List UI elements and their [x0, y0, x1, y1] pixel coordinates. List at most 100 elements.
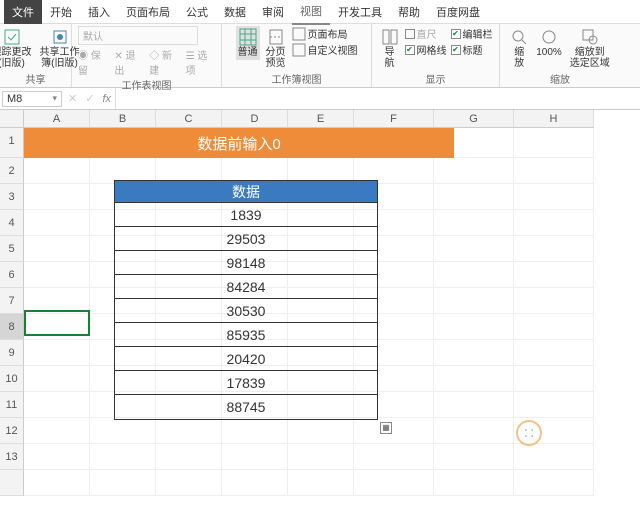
- view-normal-button[interactable]: 普通: [236, 26, 260, 60]
- menu-file[interactable]: 文件: [4, 0, 42, 24]
- cell[interactable]: [434, 366, 514, 392]
- cell[interactable]: [90, 470, 156, 496]
- track-changes-button[interactable]: 跟踪更改 (旧版): [0, 26, 34, 71]
- editbar-check[interactable]: ✔编辑栏: [451, 26, 493, 41]
- cell[interactable]: [24, 314, 90, 340]
- row-header[interactable]: 8: [0, 314, 24, 340]
- fx-button[interactable]: fx: [98, 93, 115, 105]
- cell[interactable]: [24, 444, 90, 470]
- ruler-check[interactable]: 直尺: [405, 26, 447, 41]
- paste-options-icon[interactable]: ▦: [380, 422, 392, 434]
- row-header[interactable]: 11: [0, 392, 24, 418]
- cell[interactable]: [156, 444, 222, 470]
- cell[interactable]: [434, 470, 514, 496]
- header-check[interactable]: ✔标题: [451, 42, 493, 57]
- cell[interactable]: [514, 470, 594, 496]
- col-header[interactable]: C: [156, 110, 222, 128]
- zoom-100-button[interactable]: 100%: [534, 26, 564, 60]
- cell[interactable]: [24, 418, 90, 444]
- cell[interactable]: [24, 158, 90, 184]
- cell[interactable]: [24, 262, 90, 288]
- cell[interactable]: [434, 340, 514, 366]
- cell[interactable]: [354, 470, 434, 496]
- formula-bar[interactable]: [115, 88, 640, 109]
- cell[interactable]: [434, 314, 514, 340]
- cell[interactable]: [514, 366, 594, 392]
- view-custom-button[interactable]: 自定义视图: [292, 42, 358, 57]
- enter-button[interactable]: ✓: [81, 92, 98, 105]
- cell[interactable]: [24, 470, 90, 496]
- cell[interactable]: [288, 470, 354, 496]
- cell[interactable]: [288, 418, 354, 444]
- menu-insert[interactable]: 插入: [80, 0, 118, 24]
- cell[interactable]: [514, 236, 594, 262]
- name-box[interactable]: M8▾: [2, 91, 62, 107]
- menu-help[interactable]: 帮助: [390, 0, 428, 24]
- cell[interactable]: [24, 236, 90, 262]
- cell[interactable]: [434, 210, 514, 236]
- cell[interactable]: [434, 288, 514, 314]
- row-header[interactable]: 12: [0, 418, 24, 444]
- cell[interactable]: [434, 236, 514, 262]
- cell[interactable]: [156, 418, 222, 444]
- view-pagelayout-button[interactable]: 页面布局: [292, 26, 358, 41]
- row-header[interactable]: 1: [0, 128, 24, 158]
- row-header[interactable]: 2: [0, 158, 24, 184]
- sheetview-keep[interactable]: ◉ 保留: [78, 47, 108, 77]
- cell[interactable]: [434, 184, 514, 210]
- cell[interactable]: [24, 392, 90, 418]
- sheetview-exit[interactable]: ✕ 退出: [114, 47, 143, 77]
- row-header[interactable]: 9: [0, 340, 24, 366]
- row-header[interactable]: 7: [0, 288, 24, 314]
- col-header[interactable]: F: [354, 110, 434, 128]
- cell[interactable]: [24, 210, 90, 236]
- cell[interactable]: [434, 262, 514, 288]
- cell[interactable]: [434, 158, 514, 184]
- cell[interactable]: [24, 340, 90, 366]
- spreadsheet-grid[interactable]: ABCDEFGH 12345678910111213 数据前输入0 数据 183…: [0, 110, 640, 520]
- zoom-selection-button[interactable]: 缩放到 选定区域: [568, 26, 612, 71]
- row-header[interactable]: 5: [0, 236, 24, 262]
- cell[interactable]: [222, 470, 288, 496]
- cell[interactable]: [90, 444, 156, 470]
- cell[interactable]: [514, 418, 594, 444]
- cell[interactable]: [514, 184, 594, 210]
- view-pagebreak-button[interactable]: 分页 预览: [264, 26, 288, 71]
- cell[interactable]: [434, 444, 514, 470]
- cell[interactable]: [222, 444, 288, 470]
- col-header[interactable]: D: [222, 110, 288, 128]
- cell[interactable]: [514, 314, 594, 340]
- cell[interactable]: [222, 418, 288, 444]
- sheetview-opts[interactable]: ☰ 选项: [186, 47, 215, 77]
- cell[interactable]: [24, 288, 90, 314]
- sheetview-select[interactable]: 默认: [78, 26, 198, 45]
- cell[interactable]: [514, 444, 594, 470]
- menu-data[interactable]: 数据: [216, 0, 254, 24]
- cell[interactable]: [90, 418, 156, 444]
- row-header[interactable]: 10: [0, 366, 24, 392]
- cell[interactable]: [514, 288, 594, 314]
- cell[interactable]: [24, 184, 90, 210]
- cell[interactable]: [434, 418, 514, 444]
- row-header[interactable]: [0, 470, 24, 496]
- cell[interactable]: [288, 444, 354, 470]
- row-header[interactable]: 4: [0, 210, 24, 236]
- cell[interactable]: [514, 392, 594, 418]
- zoom-button[interactable]: 缩 放: [508, 26, 530, 71]
- cell[interactable]: [514, 158, 594, 184]
- row-header[interactable]: 6: [0, 262, 24, 288]
- cancel-button[interactable]: ✕: [64, 92, 81, 105]
- cell[interactable]: [514, 210, 594, 236]
- menu-review[interactable]: 审阅: [254, 0, 292, 24]
- row-header[interactable]: 3: [0, 184, 24, 210]
- row-header[interactable]: 13: [0, 444, 24, 470]
- cell[interactable]: [434, 392, 514, 418]
- menu-layout[interactable]: 页面布局: [118, 0, 178, 24]
- col-header[interactable]: B: [90, 110, 156, 128]
- col-header[interactable]: H: [514, 110, 594, 128]
- select-all-corner[interactable]: [0, 110, 24, 128]
- col-header[interactable]: E: [288, 110, 354, 128]
- cell[interactable]: [354, 418, 434, 444]
- cell[interactable]: [24, 366, 90, 392]
- menu-baidu[interactable]: 百度网盘: [428, 0, 488, 24]
